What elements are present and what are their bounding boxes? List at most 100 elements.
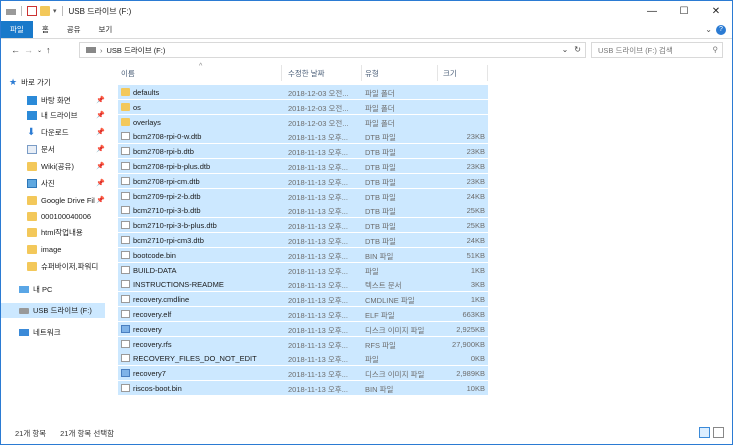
file-icon — [121, 191, 130, 200]
address-dropdown-icon[interactable]: ⌄ — [562, 45, 569, 54]
column-divider[interactable] — [487, 65, 488, 81]
file-name: os — [133, 102, 141, 112]
nav-item-my-drive[interactable]: 내 드라이브 📌 — [1, 108, 109, 123]
nav-item-html[interactable]: html작업내용 — [1, 225, 109, 240]
up-icon[interactable]: ↑ — [46, 45, 51, 55]
nav-item-wiki[interactable]: Wiki(공유) 📌 — [1, 159, 109, 174]
large-icons-view-icon[interactable] — [713, 427, 724, 438]
file-date: 2018-11-13 오후... — [288, 177, 348, 187]
nav-item-downloads[interactable]: ⬇ 다운로드 📌 — [1, 125, 109, 140]
pictures-icon — [27, 179, 37, 188]
file-icon — [121, 132, 130, 141]
file-type: BIN 파일 — [365, 251, 394, 261]
close-button[interactable]: ✕ — [700, 1, 732, 21]
nav-item-supervisor[interactable]: 슈퍼바이저,파워디 — [1, 259, 109, 274]
nav-item-000100040006[interactable]: 000100040006 — [1, 209, 109, 224]
table-row[interactable]: bcm2710-rpi-cm3.dtb 2018-11-13 오후... DTB 파… — [118, 233, 488, 247]
recent-locations-icon[interactable]: ⌄ — [37, 47, 42, 54]
star-icon: ★ — [9, 77, 18, 87]
nav-item-label: Google Drive Fil — [41, 196, 95, 205]
file-name: bcm2708-rpi-b-plus.dtb — [133, 162, 211, 171]
table-row[interactable]: bcm2708-rpi-0-w.dtb 2018-11-13 오후... DTB 파… — [118, 129, 488, 144]
column-header-type[interactable]: 유형 — [365, 68, 379, 79]
table-row[interactable]: recovery7 2018-11-13 오후... 디스크 이미지 파일 2,989… — [118, 366, 488, 381]
back-icon[interactable]: ← — [11, 45, 20, 55]
drive-icon — [27, 111, 37, 120]
table-row[interactable]: INSTRUCTIONS-README 2018-11-13 오후... 텍스트 문… — [118, 277, 488, 292]
table-row[interactable]: bcm2708-rpi-b.dtb 2018-11-13 오후... DTB 파일 2… — [118, 144, 488, 159]
properties-icon[interactable] — [27, 6, 37, 16]
table-row[interactable]: riscos-boot.bin 2018-11-13 오후... BIN 파일 10K… — [118, 381, 488, 395]
breadcrumb-separator-icon[interactable]: › — [100, 46, 103, 55]
system-menu-icon[interactable] — [6, 9, 16, 15]
table-row[interactable]: bootcode.bin 2018-11-13 오후... BIN 파일 51KB — [118, 247, 488, 262]
file-icon — [121, 384, 130, 392]
nav-item-image[interactable]: image — [1, 242, 109, 257]
tab-view[interactable]: 보기 — [90, 21, 122, 38]
help-icon[interactable]: ? — [716, 24, 726, 35]
column-divider[interactable] — [281, 65, 282, 81]
table-row[interactable]: bcm2710-rpi-3-b.dtb 2018-11-13 오후... DTB 파… — [118, 203, 488, 218]
nav-item-label: 바탕 화면 — [41, 96, 71, 105]
table-row[interactable]: overlays 2018-12-03 오전... 파일 폴더 — [118, 114, 488, 129]
table-row[interactable]: bcm2709-rpi-2-b.dtb 2018-11-13 오후... DTB 파… — [118, 188, 488, 203]
table-row[interactable]: bcm2708-rpi-b-plus.dtb 2018-11-13 오후... DT… — [118, 159, 488, 173]
network-icon — [19, 329, 29, 336]
file-icon — [121, 280, 130, 289]
refresh-icon[interactable]: ↻ — [574, 45, 581, 54]
column-divider[interactable] — [437, 65, 438, 81]
file-icon — [121, 147, 130, 156]
tab-file[interactable]: 파일 — [1, 21, 33, 38]
nav-item-documents[interactable]: 문서 📌 — [1, 142, 109, 157]
file-size: 663KB — [462, 310, 485, 319]
details-view-icon[interactable] — [699, 427, 710, 438]
table-row[interactable]: os 2018-12-03 오전... 파일 폴더 — [118, 99, 488, 114]
nav-item-pictures[interactable]: 사진 📌 — [1, 176, 109, 191]
drive-icon — [86, 47, 96, 53]
expand-ribbon-icon[interactable]: ⌄ — [705, 25, 712, 34]
address-box[interactable]: › USB 드라이브 (F:) ⌄ ↻ — [79, 42, 586, 58]
new-folder-icon[interactable] — [40, 6, 50, 16]
navigation-pane: ★ 바로 가기 바탕 화면 📌 내 드라이브 📌 ⬇ 다운로드 📌 문서 📌 W… — [1, 63, 111, 423]
forward-icon[interactable]: → — [24, 45, 33, 55]
nav-item-desktop[interactable]: 바탕 화면 📌 — [1, 93, 109, 108]
table-row[interactable]: recovery.elf 2018-11-13 오후... ELF 파일 663KB — [118, 307, 488, 321]
navigation-buttons: ← → ⌄ ↑ — [1, 45, 81, 55]
table-row[interactable]: bcm2710-rpi-3-b-plus.dtb 2018-11-13 오후...… — [118, 218, 488, 233]
window-controls: — ☐ ✕ — [636, 1, 732, 21]
table-row[interactable]: RECOVERY_FILES_DO_NOT_EDIT 2018-11-13 오후.… — [118, 351, 488, 366]
nav-item-label: 문서 — [41, 145, 55, 154]
nav-item-this-pc[interactable]: 내 PC — [1, 282, 109, 297]
column-header-date[interactable]: 수정한 날짜 — [288, 68, 325, 79]
file-date: 2018-11-13 오후... — [288, 148, 348, 158]
table-row[interactable]: recovery.rfs 2018-11-13 오후... RFS 파일 27,900… — [118, 336, 488, 351]
table-row[interactable]: recovery.cmdline 2018-11-13 오후... CMDLINE … — [118, 292, 488, 307]
table-row[interactable]: BUILD-DATA 2018-11-13 오후... 파일 1KB — [118, 262, 488, 277]
maximize-button[interactable]: ☐ — [668, 1, 700, 21]
file-name: INSTRUCTIONS-README — [133, 280, 224, 290]
file-type: DTB 파일 — [365, 192, 396, 202]
file-type: 파일 폴더 — [365, 89, 395, 98]
tab-share[interactable]: 공유 — [58, 21, 90, 38]
column-header-name[interactable]: 이름 — [121, 68, 135, 79]
view-switcher — [699, 427, 724, 438]
nav-item-usb-drive[interactable]: USB 드라이브 (F:) — [1, 303, 105, 318]
title-bar: ▾ USB 드라이브 (F:) — ☐ ✕ — [1, 1, 732, 21]
quick-access-item[interactable]: ★ 바로 가기 — [1, 75, 109, 90]
tab-home[interactable]: 홈 — [33, 21, 58, 38]
file-name: bcm2710-rpi-3-b-plus.dtb — [133, 221, 217, 231]
minimize-button[interactable]: — — [636, 1, 668, 21]
nav-item-network[interactable]: 네트워크 — [1, 325, 109, 340]
search-input[interactable]: USB 드라이브 (F:) 검색 ⚲ — [591, 42, 723, 58]
table-row[interactable]: recovery 2018-11-13 오후... 디스크 이미지 파일 2,925K… — [118, 321, 488, 336]
table-row[interactable]: bcm2708-rpi-cm.dtb 2018-11-13 오후... DTB 파일… — [118, 173, 488, 188]
disk-image-icon — [121, 369, 130, 378]
column-header-size[interactable]: 크기 — [443, 68, 457, 79]
breadcrumb[interactable]: USB 드라이브 (F:) — [107, 45, 166, 56]
file-date: 2018-11-13 오후... — [288, 133, 348, 143]
column-divider[interactable] — [361, 65, 362, 81]
customize-toolbar-icon[interactable]: ▾ — [53, 7, 57, 15]
nav-item-google-drive[interactable]: Google Drive Fil 📌 — [1, 193, 109, 208]
table-row[interactable]: defaults 2018-12-03 오전... 파일 폴더 — [118, 85, 488, 99]
file-name: defaults — [133, 88, 160, 97]
